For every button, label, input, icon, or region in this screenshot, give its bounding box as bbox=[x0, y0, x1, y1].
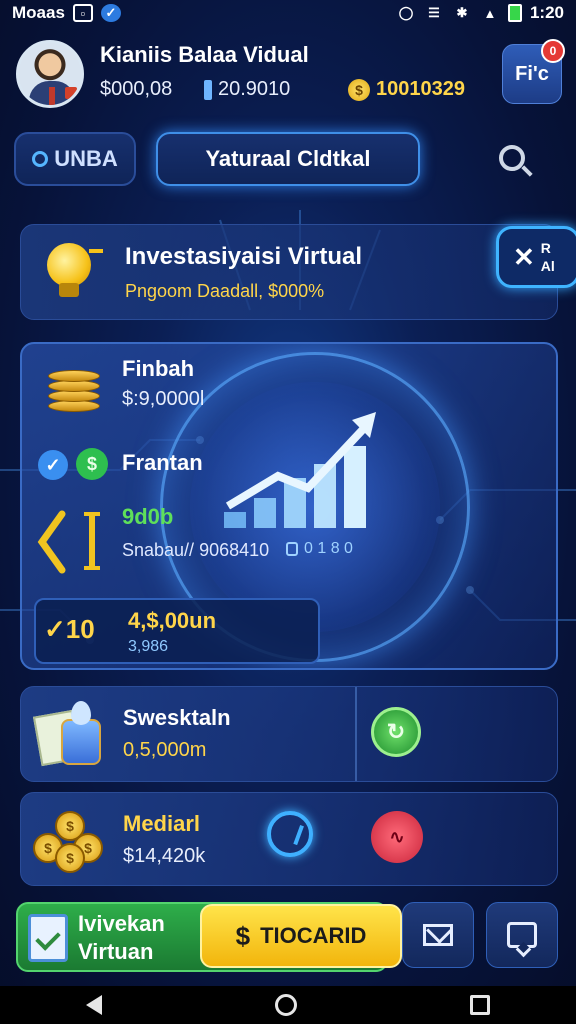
portfolio-panel: Finbah $:9,0000l ✓ $ Frantan 9d0b Snabau… bbox=[20, 342, 558, 670]
summary-subcard[interactable]: ✓10 4,$,00un 3,986 bbox=[34, 598, 320, 664]
coin-icon: $ bbox=[348, 78, 370, 101]
points-stat: 20.9010 bbox=[204, 78, 290, 101]
notification-badge: 0 bbox=[541, 39, 565, 63]
back-icon[interactable] bbox=[86, 995, 103, 1015]
tab-virtual-digital[interactable]: Yaturaal Cldtkal bbox=[156, 132, 420, 186]
check-circle-icon: ✓ bbox=[100, 4, 121, 22]
coins-stat-value: 10010329 bbox=[376, 78, 465, 100]
tab-unba-label: UNBA bbox=[54, 146, 118, 171]
snabau-detail: Snabau// 9068410 bbox=[122, 540, 270, 560]
coin-stack-icon bbox=[44, 360, 104, 416]
message-button[interactable] bbox=[486, 902, 558, 968]
code-value: 0 1 8 0 bbox=[304, 540, 353, 557]
savings-title: Swesktaln bbox=[123, 705, 231, 730]
mail-button[interactable] bbox=[402, 902, 474, 968]
investment-title: Investasiyaisi Virtual bbox=[125, 243, 363, 270]
avatar[interactable] bbox=[16, 40, 84, 108]
alarm-icon: ◯ bbox=[398, 5, 414, 20]
checklist-icon bbox=[28, 914, 68, 962]
trade-button[interactable]: $ TIOCARID bbox=[200, 904, 402, 968]
investment-subtitle: Pngoom Daadall, $000% bbox=[125, 281, 325, 301]
tab-unba[interactable]: UNBA bbox=[14, 132, 136, 186]
media-value: $14,420k bbox=[123, 845, 206, 867]
trade-button-label: TIOCARID bbox=[260, 923, 367, 948]
card-divider bbox=[355, 687, 357, 781]
side-tab-line1: R bbox=[540, 240, 551, 256]
side-tab-text: R Al bbox=[541, 239, 555, 275]
bottom-action-bar: Ivivekan Virtuan $ TIOCARID bbox=[14, 902, 562, 974]
cash-stat: $000,08 bbox=[100, 78, 172, 101]
search-icon bbox=[499, 145, 525, 171]
search-button[interactable] bbox=[488, 134, 536, 182]
status-app-name: Moaas bbox=[12, 3, 65, 22]
cash-stat-value: $000,08 bbox=[100, 78, 173, 100]
savings-value: 0,5,000m bbox=[123, 739, 207, 761]
system-nav-bar bbox=[0, 986, 576, 1024]
investment-card[interactable]: Investasiyaisi Virtual Pngoom Daadall, $… bbox=[20, 224, 558, 320]
frantan-label: Frantan bbox=[122, 450, 203, 475]
tab-virtual-digital-label: Yaturaal Cldtkal bbox=[205, 146, 371, 171]
growth-circle-icon[interactable]: ↻ bbox=[371, 707, 421, 757]
wifi-icon: ☰ bbox=[428, 5, 440, 20]
mail-icon bbox=[423, 924, 453, 946]
coins-icon: $ $ $ $ bbox=[33, 803, 109, 873]
user-name: Kianiis Balaa Vidual bbox=[100, 42, 309, 67]
target-icon bbox=[32, 151, 49, 167]
home-icon[interactable] bbox=[274, 994, 297, 1016]
bar-icon bbox=[204, 79, 212, 100]
signal-icon: ▲ bbox=[483, 5, 497, 21]
finbah-value: $:9,0000l bbox=[122, 388, 205, 410]
bracket-icon bbox=[37, 510, 100, 574]
profile-header: Kianiis Balaa Vidual $000,08 20.9010 $ 1… bbox=[14, 38, 565, 112]
chat-icon[interactable] bbox=[267, 811, 313, 857]
virtual-button-label: Ivivekan Virtuan bbox=[78, 911, 165, 964]
bluetooth-icon: ✱ bbox=[456, 5, 468, 20]
battery-icon bbox=[507, 4, 522, 22]
avatar-tie bbox=[49, 87, 55, 105]
avatar-badge-icon bbox=[65, 87, 77, 99]
growth-chart-icon bbox=[224, 412, 376, 528]
lightbulb-icon bbox=[41, 243, 103, 301]
close-icon: ✕ bbox=[513, 241, 535, 272]
summary-left-value: 10 bbox=[65, 614, 95, 644]
status-time: 1:20 bbox=[529, 3, 564, 22]
summary-left: ✓10 bbox=[44, 614, 95, 644]
menu-button[interactable]: Fi'c 0 bbox=[502, 39, 565, 104]
recent-apps-icon[interactable] bbox=[469, 995, 490, 1015]
check-icon: ✓ bbox=[38, 450, 68, 480]
heart-icon[interactable]: ∿ bbox=[371, 811, 423, 863]
savings-card[interactable]: Swesktaln 0,5,000m ↻ bbox=[20, 686, 558, 782]
savings-jar-icon bbox=[32, 699, 105, 769]
green-value: 9d0b bbox=[122, 504, 174, 529]
side-tab-button[interactable]: ✕ R Al bbox=[496, 226, 576, 288]
summary-sub-value: 3,986 bbox=[128, 638, 169, 655]
coins-stat: $ 10010329 bbox=[348, 78, 465, 101]
points-stat-value: 20.9010 bbox=[218, 78, 291, 100]
image-icon: ▫ bbox=[72, 4, 93, 22]
code-detail: 0 1 8 0 bbox=[286, 540, 353, 558]
status-bar: Moaas ▫ ✓ ◯ ☰ ✱ ▲ 1:20 bbox=[0, 0, 576, 26]
dollar-icon: $ bbox=[235, 920, 251, 951]
lock-icon bbox=[286, 542, 298, 556]
finbah-label: Finbah bbox=[122, 356, 195, 381]
message-icon bbox=[507, 922, 537, 948]
media-card[interactable]: $ $ $ $ Mediarl $14,420k ∿ bbox=[20, 792, 558, 886]
summary-main-value: 4,$,00un bbox=[128, 608, 217, 633]
media-title: Mediarl bbox=[123, 811, 201, 836]
gear-icon: $ bbox=[76, 448, 108, 480]
side-tab-line2: Al bbox=[540, 258, 555, 274]
menu-button-label: Fi'c bbox=[515, 62, 549, 85]
